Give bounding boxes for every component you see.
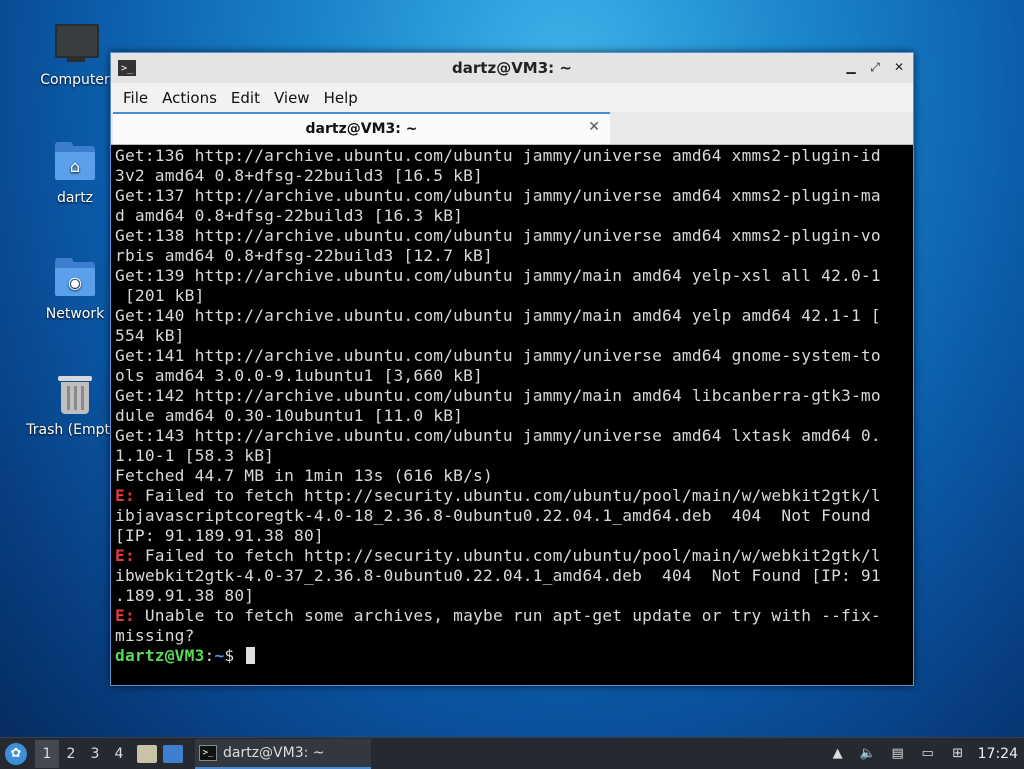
file-manager-launcher-icon[interactable] [137,744,157,763]
terminal-window[interactable]: >_ dartz@VM3: ~ ▁ ⤢ ✕ File Actions Edit … [110,52,914,686]
terminal-line: ibwebkit2gtk-4.0-37_2.36.8-0ubuntu0.22.0… [115,566,911,586]
home-folder-icon: ⌂ [53,140,97,184]
terminal-line: missing? [115,626,911,646]
prompt-line[interactable]: dartz@VM3:~$ [115,646,911,666]
line-text: Get:136 http://archive.ubuntu.com/ubuntu… [115,146,881,165]
display-icon[interactable]: ▭ [918,745,938,763]
menu-file[interactable]: File [116,89,155,107]
error-prefix: E: [115,546,135,565]
window-titlebar[interactable]: >_ dartz@VM3: ~ ▁ ⤢ ✕ [111,53,913,83]
trash-icon [53,372,97,416]
window-title: dartz@VM3: ~ [452,59,572,77]
error-prefix: E: [115,486,135,505]
line-text: Get:143 http://archive.ubuntu.com/ubuntu… [115,426,881,445]
line-text: 3v2 amd64 0.8+dfsg-22build3 [16.5 kB] [115,166,483,185]
updates-icon[interactable]: ▲ [828,745,848,763]
terminal-line: Get:139 http://archive.ubuntu.com/ubuntu… [115,266,911,286]
line-text: ibjavascriptcoregtk-4.0-18_2.36.8-0ubunt… [115,506,871,525]
terminal-line: Get:141 http://archive.ubuntu.com/ubuntu… [115,346,911,366]
menu-edit[interactable]: Edit [224,89,267,107]
line-text: Get:137 http://archive.ubuntu.com/ubuntu… [115,186,881,205]
terminal-line: Fetched 44.7 MB in 1min 13s (616 kB/s) [115,466,911,486]
error-prefix: E: [115,606,135,625]
system-tray: ▲ 🔈 ▤ ▭ ⊞ 17:24 [828,738,1024,769]
network-folder-icon: ◉ [53,256,97,300]
line-text: [IP: 91.189.91.38 80] [115,526,324,545]
terminal-line: dule amd64 0.30-10ubuntu1 [11.0 kB] [115,406,911,426]
terminal-line: Get:137 http://archive.ubuntu.com/ubuntu… [115,186,911,206]
terminal-line: rbis amd64 0.8+dfsg-22build3 [12.7 kB] [115,246,911,266]
line-text: ols amd64 3.0.0-9.1ubuntu1 [3,660 kB] [115,366,483,385]
workspace-3[interactable]: 3 [83,740,107,768]
prompt-symbol: $ [224,646,245,665]
terminal-line: 3v2 amd64 0.8+dfsg-22build3 [16.5 kB] [115,166,911,186]
maximize-button[interactable]: ⤢ [867,59,883,75]
terminal-line: [IP: 91.189.91.38 80] [115,526,911,546]
line-text: ibwebkit2gtk-4.0-37_2.36.8-0ubuntu0.22.0… [115,566,881,585]
workspace-1[interactable]: 1 [35,739,59,768]
line-text: Get:139 http://archive.ubuntu.com/ubuntu… [115,266,881,285]
tab-bar: dartz@VM3: ~ ✕ [111,112,913,145]
line-text: [201 kB] [115,286,205,305]
menu-help[interactable]: Help [317,89,365,107]
line-text: d amd64 0.8+dfsg-22build3 [16.3 kB] [115,206,464,225]
line-text: 554 kB] [115,326,185,345]
line-text: rbis amd64 0.8+dfsg-22build3 [12.7 kB] [115,246,493,265]
text-cursor [246,647,256,664]
line-text: 1.10-1 [58.3 kB] [115,446,275,465]
line-text: Get:140 http://archive.ubuntu.com/ubuntu… [115,306,881,325]
terminal-line: Get:142 http://archive.ubuntu.com/ubuntu… [115,386,911,406]
network-icon[interactable]: ⊞ [948,745,968,763]
line-text: Failed to fetch http://security.ubuntu.c… [134,486,881,505]
prompt-user: dartz@VM3 [115,646,205,665]
minimize-button[interactable]: ▁ [843,59,859,75]
terminal-output[interactable]: Get:136 http://archive.ubuntu.com/ubuntu… [114,146,911,682]
line-text: Failed to fetch http://security.ubuntu.c… [134,546,881,565]
menu-actions[interactable]: Actions [155,89,224,107]
terminal-error-line: E: Unable to fetch some archives, maybe … [115,606,911,626]
terminal-line: d amd64 0.8+dfsg-22build3 [16.3 kB] [115,206,911,226]
terminal-line: .189.91.38 80] [115,586,911,606]
workspace-2[interactable]: 2 [59,740,83,768]
terminal-line: Get:138 http://archive.ubuntu.com/ubuntu… [115,226,911,246]
terminal-line: [201 kB] [115,286,911,306]
prompt-separator: : [204,646,215,665]
taskbar-item-terminal[interactable]: >_ dartz@VM3: ~ [195,738,371,769]
computer-icon [53,22,99,66]
terminal-icon: >_ [199,744,217,761]
taskbar-item-label: dartz@VM3: ~ [223,744,325,761]
workspace-4[interactable]: 4 [107,740,131,768]
terminal-line: 1.10-1 [58.3 kB] [115,446,911,466]
close-button[interactable]: ✕ [891,59,907,75]
show-desktop-icon[interactable] [163,744,183,763]
line-text: Unable to fetch some archives, maybe run… [134,606,881,625]
terminal-error-line: E: Failed to fetch http://security.ubunt… [115,486,911,506]
clipboard-icon[interactable]: ▤ [888,745,908,763]
menu-view[interactable]: View [267,89,317,107]
line-text: Get:142 http://archive.ubuntu.com/ubuntu… [115,386,881,405]
terminal-line: ibjavascriptcoregtk-4.0-18_2.36.8-0ubunt… [115,506,911,526]
clock: 17:24 [977,745,1018,762]
prompt-path: ~ [214,646,225,665]
line-text: Get:138 http://archive.ubuntu.com/ubuntu… [115,226,881,245]
line-text: missing? [115,626,195,645]
taskbar: ✿ 1 2 3 4 >_ dartz@VM3: ~ ▲ 🔈 ▤ ▭ ⊞ 17:2… [0,737,1024,769]
menu-bar: File Actions Edit View Help [111,83,913,112]
terminal-error-line: E: Failed to fetch http://security.ubunt… [115,546,911,566]
terminal-line: Get:143 http://archive.ubuntu.com/ubuntu… [115,426,911,446]
terminal-line: Get:136 http://archive.ubuntu.com/ubuntu… [115,146,911,166]
line-text: Fetched 44.7 MB in 1min 13s (616 kB/s) [115,466,493,485]
line-text: .189.91.38 80] [115,586,255,605]
start-menu-icon[interactable]: ✿ [5,742,27,765]
terminal-line: 554 kB] [115,326,911,346]
terminal-line: Get:140 http://archive.ubuntu.com/ubuntu… [115,306,911,326]
terminal-line: ols amd64 3.0.0-9.1ubuntu1 [3,660 kB] [115,366,911,386]
tab-close-icon[interactable]: ✕ [588,119,600,135]
line-text: Get:141 http://archive.ubuntu.com/ubuntu… [115,346,881,365]
tab-label: dartz@VM3: ~ [305,121,418,137]
volume-icon[interactable]: 🔈 [858,745,878,763]
tab-terminal[interactable]: dartz@VM3: ~ ✕ [113,112,610,144]
line-text: dule amd64 0.30-10ubuntu1 [11.0 kB] [115,406,464,425]
